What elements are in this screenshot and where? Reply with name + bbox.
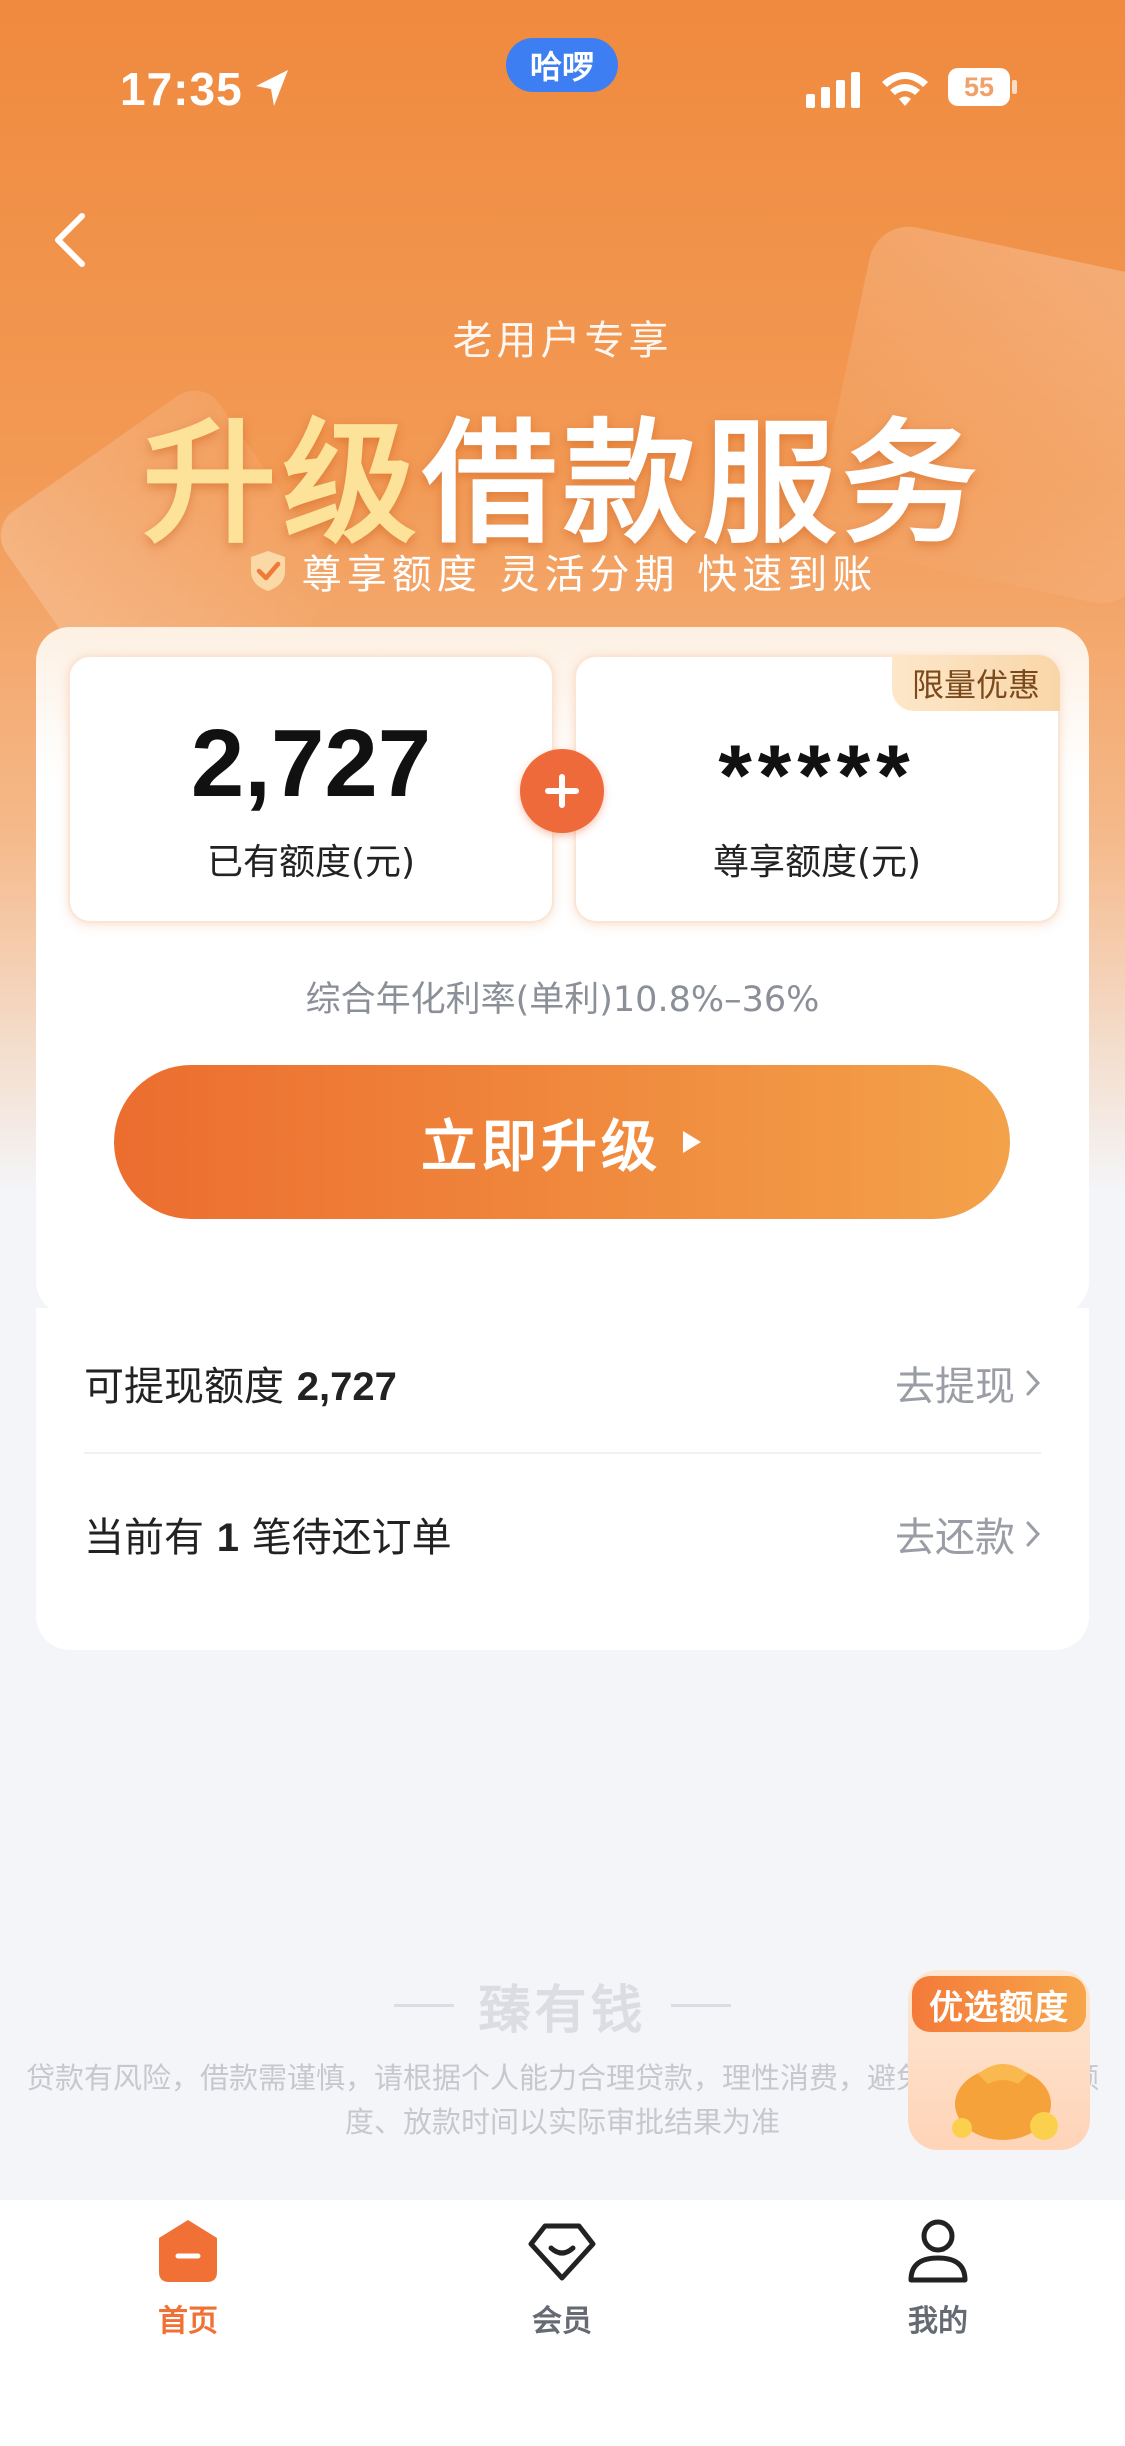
home-icon <box>159 2220 217 2282</box>
diamond-icon <box>528 2223 596 2281</box>
chevron-right-icon <box>1026 1521 1041 1547</box>
loan-info-card: 可提现额度 2,727 去提现 当前有 1 笔待还订单 去还款 <box>36 1308 1089 1650</box>
orders-prefix: 当前有 <box>84 1515 204 1561</box>
upgrade-card: 2,727 已有额度(元) 限量优惠 ***** 尊享额度(元) 综合年化利率(… <box>36 627 1089 1315</box>
signal-icon <box>806 72 860 108</box>
divider <box>670 2004 731 2007</box>
chevron-right-icon <box>1026 1370 1041 1396</box>
hero-subline: 尊享额度 灵活分期 快速到账 <box>0 542 1125 600</box>
nav-mine-label: 我的 <box>908 2304 968 2339</box>
play-triangle-icon <box>683 1131 701 1153</box>
page: 17:35 哈啰 55 老用户专享 升级借款服务 尊享额度 灵活分期 快速到账 … <box>0 0 1125 2446</box>
interest-rate-text: 综合年化利率(单利)10.8%–36% <box>305 980 820 1020</box>
hero-subline-text: 尊享额度 灵活分期 快速到账 <box>301 552 878 598</box>
upgrade-button-label: 立即升级 <box>421 1114 661 1180</box>
location-arrow-icon <box>256 70 288 106</box>
repay-row[interactable]: 当前有 1 笔待还订单 去还款 <box>84 1464 1041 1604</box>
withdraw-row[interactable]: 可提现额度 2,727 去提现 <box>84 1314 1041 1454</box>
orders-suffix: 笔待还订单 <box>251 1515 452 1561</box>
nav-member-label: 会员 <box>532 2304 592 2339</box>
hero-eyebrow: 老用户专享 <box>452 318 673 364</box>
bottom-navigation: 首页 会员 我的 <box>0 2200 1125 2446</box>
nav-home-label: 首页 <box>158 2304 218 2339</box>
nav-home[interactable]: 首页 <box>88 2216 288 2356</box>
repay-action-label: 去还款 <box>895 1515 1015 1561</box>
promo-badge-label: 优选额度 <box>912 1976 1086 2032</box>
withdraw-action-label: 去提现 <box>895 1364 1015 1410</box>
wifi-icon <box>882 72 928 106</box>
withdraw-link[interactable]: 去提现 <box>895 1354 1041 1412</box>
exclusive-credit-box: 限量优惠 ***** 尊享额度(元) <box>574 655 1060 923</box>
brand-name: 臻有钱 <box>478 1981 647 2041</box>
exclusive-credit-label: 尊享额度(元) <box>712 842 922 883</box>
headline-highlight: 升级 <box>142 406 423 562</box>
battery-level: 55 <box>948 68 1010 106</box>
headline-main: 借款服务 <box>422 406 983 562</box>
limited-offer-tag: 限量优惠 <box>892 655 1060 711</box>
hero-headline: 升级借款服务 <box>0 375 1125 569</box>
nav-member[interactable]: 会员 <box>462 2216 662 2356</box>
money-bag-icon <box>952 2064 1058 2140</box>
plus-icon <box>520 749 604 833</box>
withdraw-amount: 2,727 <box>296 1365 397 1409</box>
battery-tip <box>1012 80 1017 94</box>
withdraw-info: 可提现额度 2,727 <box>84 1354 397 1412</box>
exclusive-credit-value: ***** <box>718 728 916 824</box>
nav-mine[interactable]: 我的 <box>838 2216 1038 2356</box>
person-icon <box>908 2219 968 2283</box>
existing-credit-label: 已有额度(元) <box>206 842 416 883</box>
existing-credit-value: 2,727 <box>190 710 432 817</box>
preferred-credit-badge[interactable]: 优选额度 <box>908 1970 1090 2150</box>
existing-credit-box: 2,727 已有额度(元) <box>68 655 554 923</box>
withdraw-label: 可提现额度 <box>84 1364 284 1410</box>
shield-check-icon <box>250 551 285 591</box>
status-time: 17:35 <box>120 63 243 115</box>
divider <box>394 2004 455 2007</box>
battery-icon: 55 <box>948 68 1018 106</box>
orders-count: 1 <box>216 1516 239 1560</box>
upgrade-now-button[interactable]: 立即升级 <box>114 1065 1010 1219</box>
back-arrow-icon[interactable] <box>46 210 96 270</box>
pending-orders-info: 当前有 1 笔待还订单 <box>84 1505 452 1563</box>
status-app-pill[interactable]: 哈啰 <box>506 38 618 92</box>
repay-link[interactable]: 去还款 <box>895 1505 1041 1563</box>
